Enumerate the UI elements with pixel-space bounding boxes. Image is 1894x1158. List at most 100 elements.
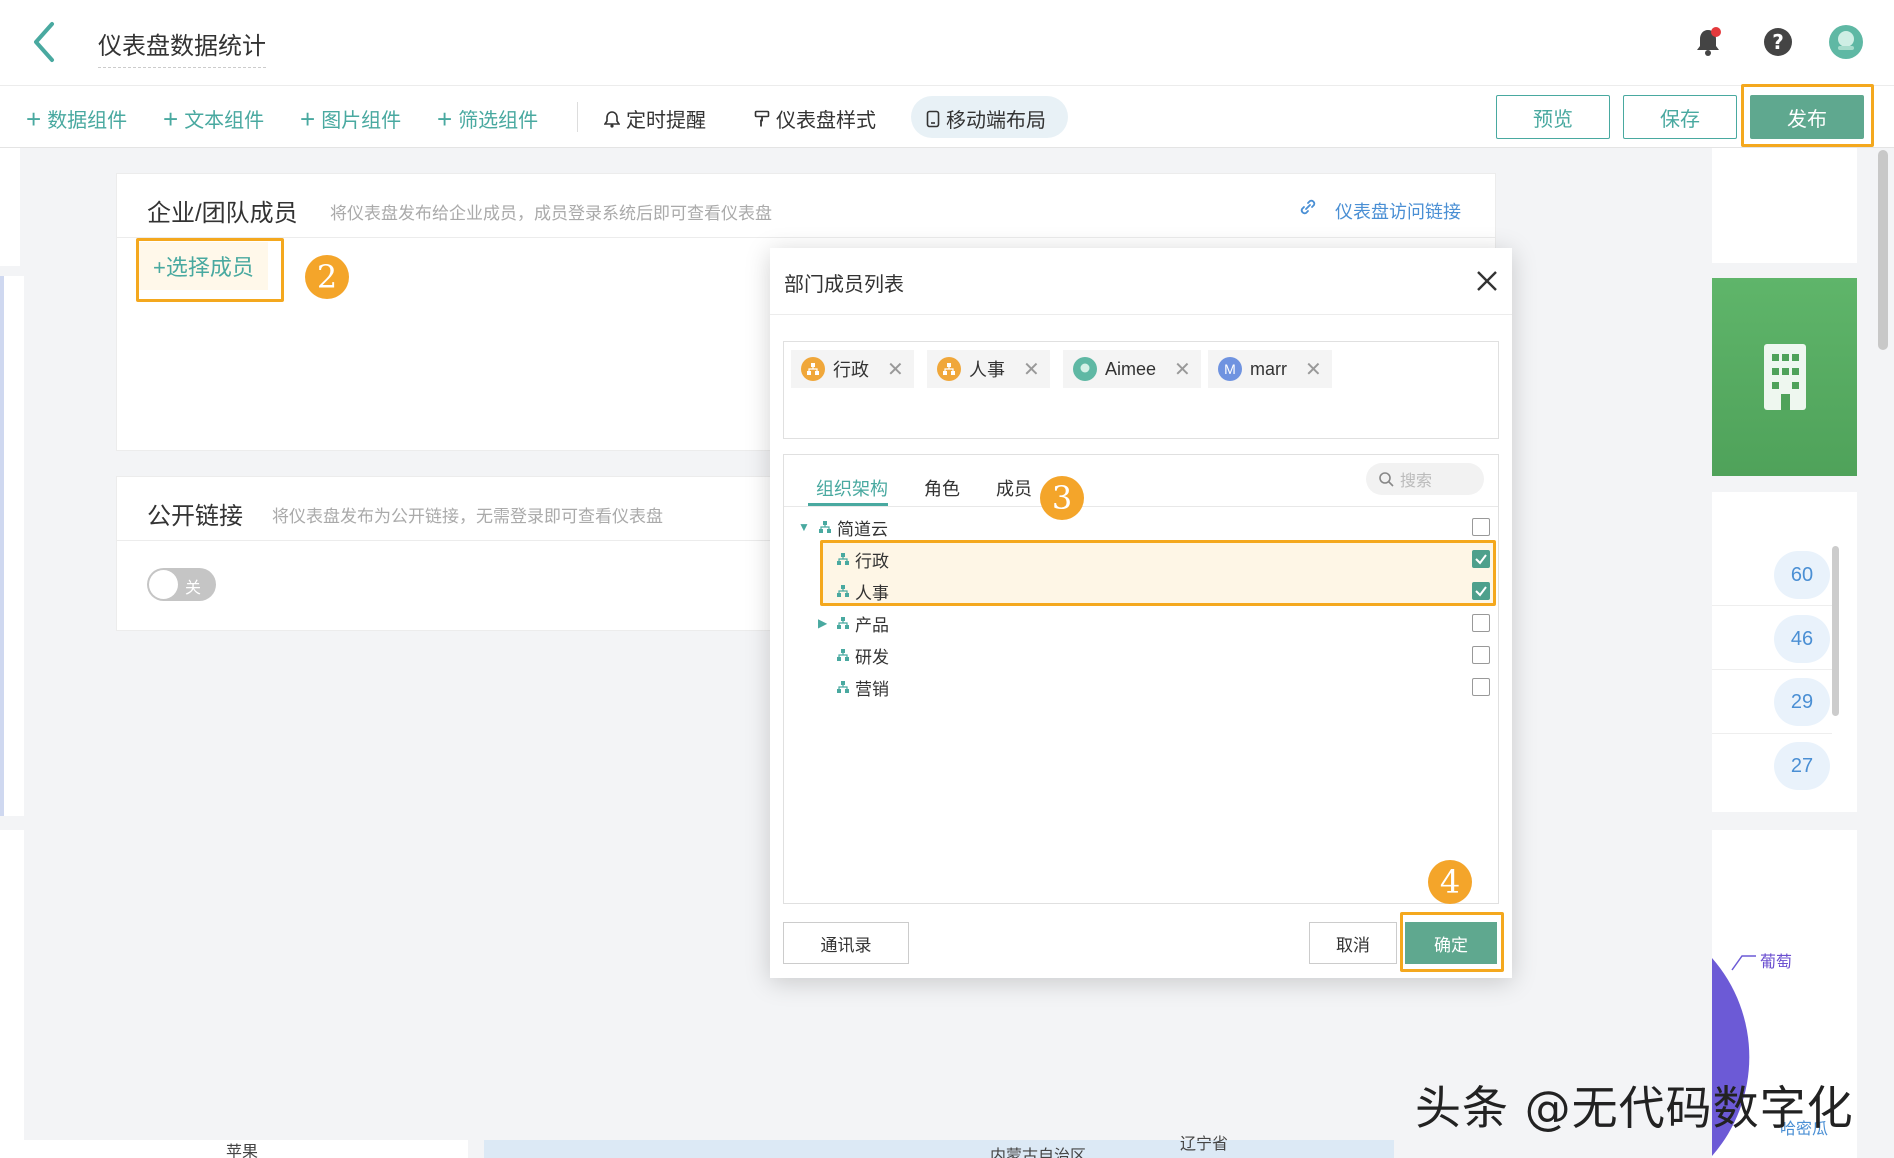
map-label: 内蒙古自治区 [990, 1148, 1087, 1158]
collapsed-caret-icon[interactable]: ▶ [818, 616, 827, 630]
selected-chip: 人事 ✕ [927, 350, 1050, 388]
tree-node-checkbox[interactable] [1472, 518, 1490, 536]
list-divider [1712, 605, 1832, 606]
mobile-layout-button[interactable]: 移动端布局 [926, 104, 1046, 133]
search-icon [1379, 472, 1394, 487]
paint-roller-icon [754, 110, 770, 126]
org-tree-icon [837, 617, 849, 629]
org-tree-icon [819, 521, 831, 533]
org-avatar-icon [937, 357, 961, 381]
public-link-toggle[interactable]: 关 [147, 568, 216, 601]
tree-node-checkbox[interactable] [1472, 678, 1490, 696]
chip-label: 行政 [833, 360, 869, 380]
add-text-component-button[interactable]: + 文本组件 [163, 104, 264, 133]
tab-org-structure[interactable]: 组织架构 [816, 475, 888, 501]
close-icon[interactable] [1474, 268, 1500, 294]
search-placeholder: 搜索 [1400, 473, 1433, 490]
pie-label-grape: 葡萄 [1760, 954, 1793, 971]
member-picker-panel: 组织架构 角色 成员 搜索 ▼ 简道云 行政 人事 ▶ 产品 研发 营销 [783, 454, 1499, 904]
step-3-highlight [820, 540, 1496, 606]
org-tree-icon [837, 681, 849, 693]
save-button[interactable]: 保存 [1623, 95, 1737, 139]
step-4-highlight [1400, 912, 1504, 972]
remove-chip-icon[interactable]: ✕ [1305, 357, 1322, 382]
tree-node[interactable]: 营销 [784, 671, 1498, 703]
count-pill: 46 [1774, 615, 1830, 663]
count-pill: 27 [1774, 742, 1830, 790]
list-divider [1712, 733, 1832, 734]
reminder-label: 定时提醒 [626, 110, 706, 132]
remove-chip-icon[interactable]: ✕ [1023, 357, 1040, 382]
count-pill: 29 [1774, 678, 1830, 726]
member-picker-dialog: 部门成员列表 行政 ✕ 人事 ✕ Aimee ✕ M marr ✕ 组织架构 角… [770, 248, 1512, 978]
tree-node-root[interactable]: ▼ 简道云 [784, 511, 1498, 543]
tree-node-checkbox[interactable] [1472, 646, 1490, 664]
remove-chip-icon[interactable]: ✕ [1174, 357, 1191, 382]
notification-bell-icon[interactable] [1690, 24, 1726, 60]
org-avatar-icon [801, 357, 825, 381]
building-icon [1764, 344, 1806, 410]
plus-icon: + [300, 103, 316, 134]
map-widget [484, 1140, 1394, 1158]
editor-toolbar: + 数据组件 + 文本组件 + 图片组件 + 筛选组件 定时提醒 仪表盘样式 移… [0, 86, 1894, 148]
add-filter-label: 筛选组件 [458, 110, 539, 132]
chip-label: Aimee [1105, 358, 1157, 379]
selected-chip: M marr ✕ [1208, 350, 1332, 388]
plus-icon: + [437, 103, 453, 134]
tree-node[interactable]: ▶ 产品 [784, 607, 1498, 639]
plus-icon: + [26, 103, 42, 134]
step-1-highlight [1741, 84, 1874, 147]
preview-button[interactable]: 预览 [1496, 95, 1610, 139]
page-title[interactable]: 仪表盘数据统计 [98, 26, 266, 68]
page-scrollbar[interactable] [1878, 150, 1888, 350]
green-building-widget [1712, 278, 1857, 476]
dashboard-access-link[interactable]: 仪表盘访问链接 [1335, 198, 1461, 224]
selected-chip: Aimee ✕ [1063, 350, 1201, 388]
tree-node[interactable]: 研发 [784, 639, 1498, 671]
members-card-desc: 将仪表盘发布给企业成员，成员登录系统后即可查看仪表盘 [330, 204, 772, 223]
scheduled-reminder-button[interactable]: 定时提醒 [604, 104, 706, 133]
cancel-button[interactable]: 取消 [1309, 922, 1397, 964]
toolbar-divider [577, 102, 578, 132]
selected-chip: 行政 ✕ [791, 350, 914, 388]
left-edge-panel [0, 830, 24, 1158]
search-input[interactable]: 搜索 [1366, 463, 1484, 495]
list-divider [1712, 669, 1832, 670]
tab-roles[interactable]: 角色 [924, 475, 960, 501]
add-data-component-button[interactable]: + 数据组件 [26, 104, 127, 133]
add-image-label: 图片组件 [321, 110, 402, 132]
tree-node-label: 简道云 [837, 519, 888, 539]
public-card-desc: 将仪表盘发布为公开链接，无需登录即可查看仪表盘 [272, 507, 663, 526]
dialog-divider [770, 314, 1512, 315]
add-image-component-button[interactable]: + 图片组件 [300, 104, 401, 133]
add-filter-component-button[interactable]: + 筛选组件 [437, 104, 538, 133]
dashboard-style-button[interactable]: 仪表盘样式 [754, 104, 876, 133]
toggle-label: 关 [185, 580, 202, 597]
user-photo-avatar-icon [1073, 357, 1097, 381]
dialog-title: 部门成员列表 [784, 274, 904, 296]
tree-node-label: 产品 [855, 615, 889, 635]
tree-node-label: 营销 [855, 679, 889, 699]
style-label: 仪表盘样式 [776, 110, 876, 132]
step-2-highlight [136, 238, 284, 302]
back-arrow-icon[interactable] [30, 20, 60, 64]
step-3-badge: 3 [1040, 476, 1084, 520]
top-header: 仪表盘数据统计 ? [0, 0, 1894, 86]
map-label: 辽宁省 [1180, 1136, 1229, 1153]
left-edge-panel [0, 148, 20, 266]
contacts-button[interactable]: 通讯录 [783, 922, 909, 964]
tab-members[interactable]: 成员 [996, 475, 1032, 501]
members-card-title: 企业/团队成员 [147, 200, 298, 227]
add-data-label: 数据组件 [47, 110, 128, 132]
user-avatar-icon[interactable] [1828, 24, 1864, 60]
list-scrollbar[interactable] [1832, 546, 1839, 716]
help-icon[interactable]: ? [1760, 24, 1796, 60]
selected-members-box[interactable]: 行政 ✕ 人事 ✕ Aimee ✕ M marr ✕ [783, 341, 1499, 439]
svg-text:?: ? [1772, 30, 1784, 54]
chip-label: marr [1250, 358, 1287, 379]
expand-caret-icon[interactable]: ▼ [798, 520, 810, 534]
tree-node-checkbox[interactable] [1472, 614, 1490, 632]
org-tree-icon [837, 649, 849, 661]
mobile-phone-icon [926, 110, 940, 127]
remove-chip-icon[interactable]: ✕ [887, 357, 904, 382]
